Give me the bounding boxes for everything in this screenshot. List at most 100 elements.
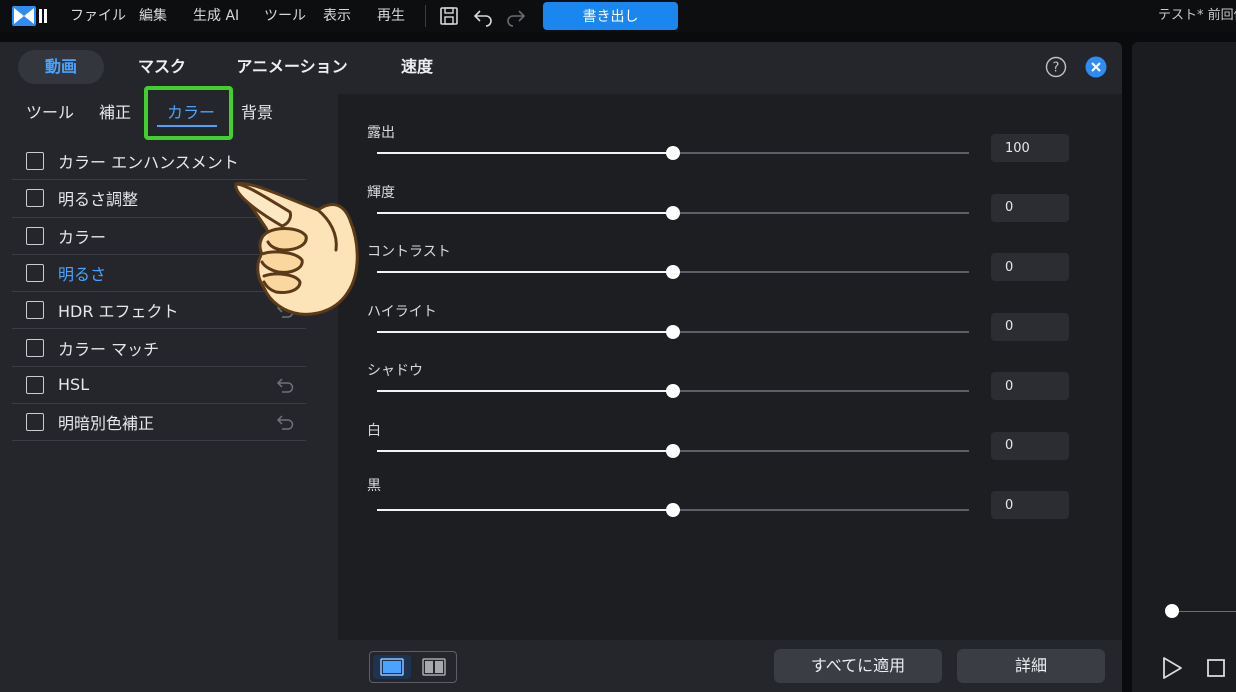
layout-toggle (369, 651, 457, 683)
slider-thumb[interactable] (666, 324, 680, 339)
menu-view[interactable]: 表示 (323, 0, 351, 32)
menu-tools[interactable]: ツール (264, 0, 306, 32)
split-view-icon[interactable] (415, 655, 453, 679)
slider-fill (377, 509, 673, 511)
slider-highlight: ハイライト (338, 301, 1122, 361)
svg-text:?: ? (1053, 61, 1060, 76)
slider-track[interactable] (377, 205, 969, 220)
value-input[interactable] (991, 253, 1069, 281)
slider-thumb[interactable] (666, 205, 680, 220)
value-input[interactable] (991, 193, 1069, 222)
option-label: カラー マッチ (58, 339, 160, 359)
menu-play[interactable]: 再生 (377, 0, 405, 32)
subtab-background[interactable]: 背景 (241, 94, 273, 132)
value-input[interactable] (991, 491, 1069, 519)
option-label: HSL (58, 375, 90, 395)
slider-fill (377, 390, 673, 392)
slider-brightness: 輝度 (338, 182, 1122, 242)
slider-thumb[interactable] (666, 384, 680, 398)
preview-panel (1132, 42, 1236, 692)
checkbox[interactable] (26, 152, 44, 171)
video-edit-panel: 動画 マスク アニメーション 速度 ? ツール 補正 カラー 背景 カラー エン… (0, 42, 1122, 692)
tutorial-highlight-box (144, 86, 233, 140)
subtab-correction[interactable]: 補正 (99, 94, 131, 132)
menu-edit[interactable]: 編集 (139, 0, 167, 32)
option-label: 明るさ (58, 265, 107, 285)
single-view-icon[interactable] (373, 655, 411, 679)
slider-label: 輝度 (367, 184, 395, 201)
bottom-toolbar: すべてに適用 詳細 (338, 640, 1122, 692)
list-item[interactable]: HSL (12, 367, 306, 405)
tab-mask[interactable]: マスク (124, 50, 200, 84)
slider-thumb[interactable] (666, 146, 680, 160)
slider-label: 白 (367, 422, 381, 439)
slider-track[interactable] (377, 443, 969, 458)
pointing-hand-icon (234, 181, 359, 316)
redo-icon[interactable] (505, 5, 527, 27)
checkbox[interactable] (26, 226, 44, 245)
slider-fill (377, 449, 673, 452)
list-item[interactable]: 明暗別色補正 (12, 404, 306, 442)
option-label: カラー (58, 227, 107, 247)
slider-track[interactable] (377, 265, 969, 279)
app-logo-icon (12, 6, 47, 26)
value-input[interactable] (991, 134, 1069, 162)
value-input[interactable] (991, 431, 1069, 460)
reset-icon[interactable] (276, 376, 296, 394)
slider-fill (377, 271, 673, 273)
slider-track[interactable] (377, 324, 969, 339)
subtab-tools[interactable]: ツール (26, 94, 74, 132)
details-button[interactable]: 詳細 (957, 649, 1105, 683)
close-icon[interactable] (1085, 56, 1107, 78)
checkbox[interactable] (26, 301, 44, 320)
slider-exposure: 露出 (338, 122, 1122, 182)
tab-video[interactable]: 動画 (18, 50, 104, 84)
checkbox[interactable] (26, 189, 44, 208)
slider-thumb[interactable] (666, 443, 680, 458)
checkbox[interactable] (26, 413, 44, 432)
slider-shadow: シャドウ (338, 360, 1122, 420)
save-icon[interactable] (438, 5, 460, 27)
slider-label: コントラスト (367, 244, 451, 260)
option-label: カラー エンハンスメント (58, 153, 239, 173)
slider-label: 露出 (367, 125, 395, 141)
slider-black: 黒 (338, 478, 1122, 539)
list-item[interactable]: カラー マッチ (12, 329, 306, 367)
slider-white: 白 (338, 420, 1122, 480)
slider-track[interactable] (377, 384, 969, 398)
preview-seek-track[interactable] (1172, 611, 1236, 612)
slider-contrast: コントラスト (338, 241, 1122, 301)
preview-seek-thumb[interactable] (1165, 604, 1179, 618)
slider-track[interactable] (377, 503, 969, 517)
value-input[interactable] (991, 372, 1069, 400)
option-label: HDR エフェクト (58, 302, 179, 322)
play-icon[interactable] (1160, 655, 1184, 681)
menu-divider (425, 5, 426, 27)
slider-label: ハイライト (367, 303, 437, 320)
export-button[interactable]: 書き出し (543, 2, 678, 30)
checkbox[interactable] (26, 338, 44, 357)
slider-label: 黒 (367, 478, 381, 494)
slider-thumb[interactable] (666, 265, 680, 279)
slider-track[interactable] (377, 146, 969, 160)
checkbox[interactable] (26, 375, 44, 394)
slider-fill (377, 330, 673, 333)
tab-animation[interactable]: アニメーション (232, 50, 352, 84)
menu-generative-ai[interactable]: 生成 AI (193, 0, 239, 32)
apply-to-all-button[interactable]: すべてに適用 (774, 649, 942, 683)
undo-icon[interactable] (472, 5, 494, 27)
slider-fill (377, 211, 673, 214)
slider-label: シャドウ (367, 363, 423, 379)
project-title: テスト* 前回保 (1158, 8, 1236, 23)
value-input[interactable] (991, 312, 1069, 341)
stop-icon[interactable] (1206, 658, 1226, 678)
reset-icon[interactable] (276, 413, 296, 431)
checkbox[interactable] (26, 264, 44, 283)
slider-thumb[interactable] (666, 503, 680, 517)
tab-speed[interactable]: 速度 (384, 50, 450, 84)
slider-fill (377, 152, 673, 154)
menu-file[interactable]: ファイル (70, 0, 126, 32)
option-label: 明るさ調整 (58, 190, 139, 210)
help-icon[interactable]: ? (1045, 56, 1067, 78)
color-adjust-sliders: 露出 輝度 コントラスト ハイライト シャドウ 白 (338, 94, 1122, 640)
